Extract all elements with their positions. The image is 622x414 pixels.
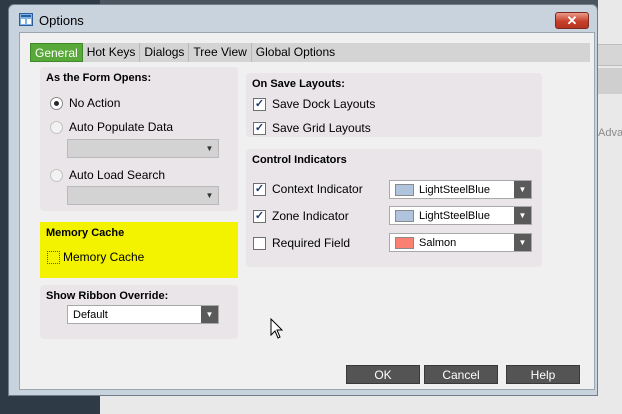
radio-label: No Action [69,96,121,110]
radio-label: Auto Load Search [69,168,166,182]
chevron-down-icon[interactable]: ▼ [201,306,218,323]
chevron-down-icon[interactable]: ▼ [514,234,531,251]
required-field-checkbox[interactable] [253,236,266,250]
ribbon-override-select[interactable]: Default ▼ [67,305,219,324]
checkbox-label: Save Grid Layouts [272,121,371,135]
form-opens-group: As the Form Opens: No Action Auto Popula… [40,67,238,211]
chevron-down-icon[interactable]: ▼ [201,140,218,157]
radio-button[interactable] [50,96,63,110]
chevron-down-icon[interactable]: ▼ [201,187,218,204]
title-bar[interactable]: Options ✕ [9,5,597,33]
ok-button[interactable]: OK [346,365,420,384]
checkbox-label: Zone Indicator [272,209,349,223]
context-indicator-checkbox[interactable]: ✓ [253,182,266,196]
close-icon: ✕ [566,13,578,28]
search-select[interactable]: ▼ [67,186,219,205]
chevron-down-icon[interactable]: ▼ [514,181,531,198]
color-name: Salmon [419,236,457,249]
color-name: LightSteelBlue [419,183,490,196]
color-swatch [395,183,414,196]
tab-general[interactable]: General [30,43,83,62]
background-adv-text: Adva [598,127,622,139]
tab-hot-keys[interactable]: Hot Keys [83,43,141,62]
save-grid-layouts-option[interactable]: ✓ Save Grid Layouts [253,121,371,135]
dialog-client-area: General Hot Keys Dialogs Tree View Globa… [19,32,595,390]
options-app-icon [19,13,33,26]
save-layouts-group: On Save Layouts: ✓ Save Dock Layouts ✓ S… [246,73,542,137]
checkbox-label: Save Dock Layouts [272,97,376,111]
control-indicators-group: Control Indicators ✓ Context Indicator L… [246,149,542,267]
cancel-button[interactable]: Cancel [424,365,498,384]
color-swatch [395,209,414,222]
tab-strip: General Hot Keys Dialogs Tree View Globa… [30,43,590,62]
chevron-down-icon[interactable]: ▼ [514,207,531,224]
memory-cache-option[interactable]: Memory Cache [47,250,144,264]
tab-tree-view[interactable]: Tree View [189,43,252,62]
background-band [598,68,622,94]
save-dock-layouts-checkbox[interactable]: ✓ [253,97,266,111]
form-opens-title: As the Form Opens: [46,72,152,84]
color-name: LightSteelBlue [419,209,490,222]
memory-cache-checkbox[interactable] [47,250,60,264]
checkbox-label: Context Indicator [272,182,363,196]
background-right-panel: Adva [598,0,622,414]
zone-indicator-option[interactable]: ✓ Zone Indicator [253,209,349,223]
background-bottom [100,396,622,414]
checkbox-label: Memory Cache [63,250,145,264]
tab-dialogs[interactable]: Dialogs [140,43,190,62]
save-layouts-title: On Save Layouts: [252,78,345,90]
tab-global-options[interactable]: Global Options [252,43,339,62]
help-button[interactable]: Help [506,365,580,384]
save-dock-layouts-option[interactable]: ✓ Save Dock Layouts [253,97,375,111]
mouse-pointer-icon [270,318,284,339]
background-band [598,44,622,66]
required-field-color-select[interactable]: Salmon ▼ [389,233,532,252]
radio-label: Auto Populate Data [69,120,174,134]
required-field-option[interactable]: Required Field [253,236,350,250]
ribbon-override-value: Default [73,308,108,321]
memory-cache-group: Memory Cache Memory Cache [40,222,238,278]
radio-button[interactable] [50,168,63,182]
radio-auto-load-search[interactable]: Auto Load Search [50,168,165,182]
color-swatch [395,236,414,249]
checkbox-label: Required Field [272,236,351,250]
save-grid-layouts-checkbox[interactable]: ✓ [253,121,266,135]
radio-button[interactable] [50,120,63,134]
zone-indicator-color-select[interactable]: LightSteelBlue ▼ [389,206,532,225]
options-dialog: Options ✕ General Hot Keys Dialogs Tree … [8,4,598,396]
ribbon-override-group: Show Ribbon Override: Default ▼ [40,285,238,339]
control-indicators-title: Control Indicators [252,154,347,166]
memory-cache-title: Memory Cache [46,227,125,239]
radio-no-action[interactable]: No Action [50,96,120,110]
populate-select[interactable]: ▼ [67,139,219,158]
context-indicator-color-select[interactable]: LightSteelBlue ▼ [389,180,532,199]
close-button[interactable]: ✕ [555,12,589,29]
dialog-title: Options [39,13,84,28]
radio-auto-populate[interactable]: Auto Populate Data [50,120,173,134]
context-indicator-option[interactable]: ✓ Context Indicator [253,182,363,196]
ribbon-override-title: Show Ribbon Override: [46,290,169,302]
zone-indicator-checkbox[interactable]: ✓ [253,209,266,223]
